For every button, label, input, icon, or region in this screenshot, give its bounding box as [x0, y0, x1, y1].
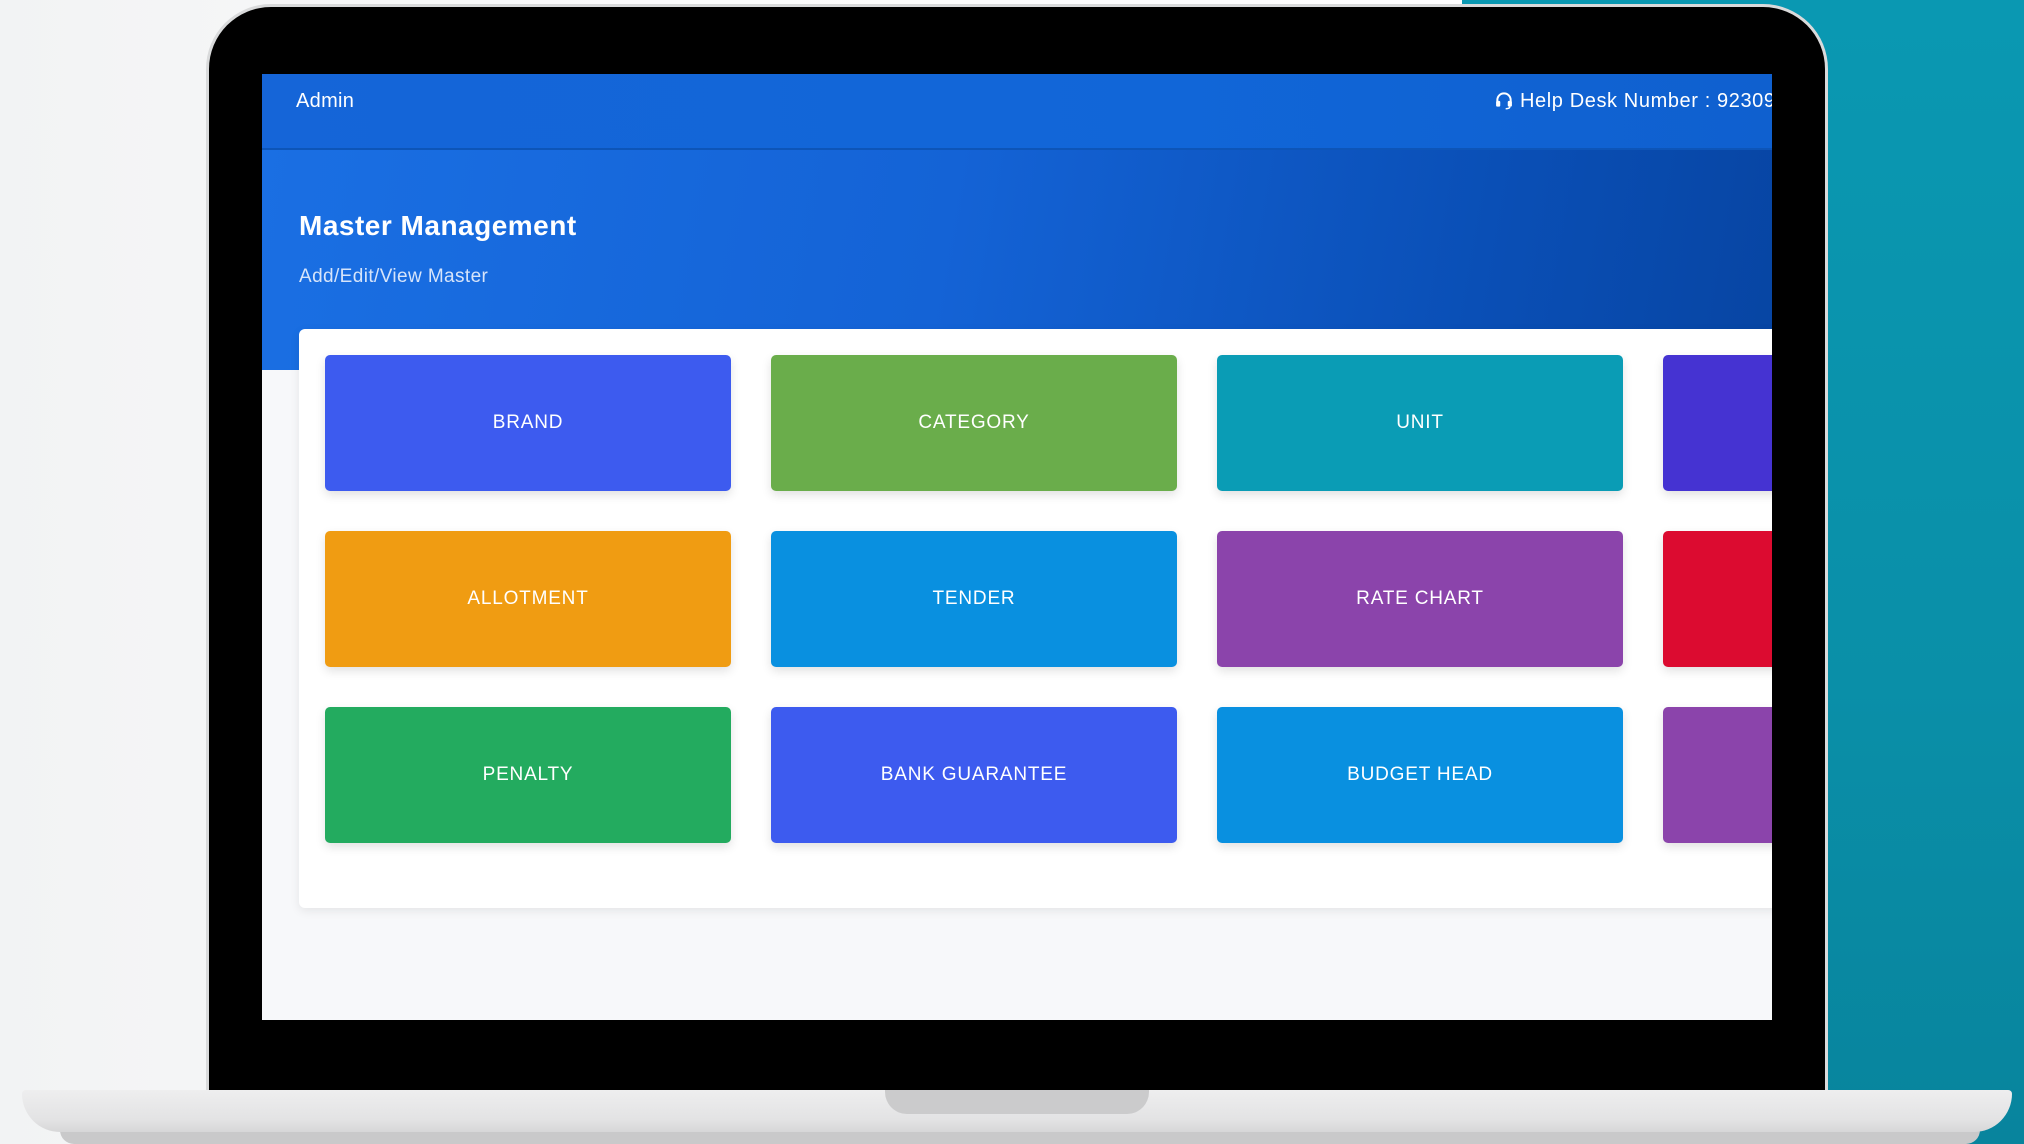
tile-budget-head[interactable]: BUDGET HEAD	[1217, 707, 1623, 843]
tile-partial-ve[interactable]: VE	[1663, 531, 1772, 667]
tile-label: CATEGORY	[918, 412, 1030, 433]
tile-tender[interactable]: TENDER	[771, 531, 1177, 667]
tile-penalty[interactable]: PENALTY	[325, 707, 731, 843]
admin-user-menu[interactable]: Admin	[296, 90, 354, 113]
tile-label: BRAND	[492, 412, 564, 433]
tile-partial-1[interactable]	[1663, 355, 1772, 491]
laptop-notch	[885, 1090, 1149, 1114]
helpdesk-text: Help Desk Number : 92309	[1520, 90, 1772, 112]
laptop-base-shadow	[60, 1130, 1980, 1144]
tile-allotment[interactable]: ALLOTMENT	[325, 531, 731, 667]
headset-icon	[1496, 92, 1512, 110]
page-title: Master Management	[299, 210, 577, 241]
laptop-screen: Admin Help Desk Number : 92309 Master Ma…	[262, 74, 1772, 1020]
tile-label: TENDER	[932, 588, 1016, 609]
tile-label: BANK GUARANTEE	[880, 764, 1068, 785]
tile-bank-guarantee[interactable]: BANK GUARANTEE	[771, 707, 1177, 843]
tile-label: PENALTY	[482, 764, 574, 785]
tile-label: BUDGET HEAD	[1347, 764, 1493, 785]
tile-label: ALLOTMENT	[467, 588, 589, 609]
tile-label: RATE CHART	[1356, 588, 1484, 609]
tile-partial-2[interactable]	[1663, 707, 1772, 843]
tile-label: UNIT	[1396, 412, 1444, 433]
tile-unit[interactable]: UNIT	[1217, 355, 1623, 491]
tile-rate-chart[interactable]: RATE CHART	[1217, 531, 1623, 667]
page: Admin Help Desk Number : 92309 Master Ma…	[0, 0, 2024, 1144]
tile-brand[interactable]: BRAND	[325, 355, 731, 491]
helpdesk-info: Help Desk Number : 92309	[1494, 90, 1772, 113]
top-navbar: Admin Help Desk Number : 92309	[262, 74, 1772, 150]
master-tiles-panel: BRAND CATEGORY UNIT ALLOTMENT TENDER RAT…	[299, 329, 1772, 908]
tile-category[interactable]: CATEGORY	[771, 355, 1177, 491]
page-subtitle: Add/Edit/View Master	[299, 266, 489, 287]
